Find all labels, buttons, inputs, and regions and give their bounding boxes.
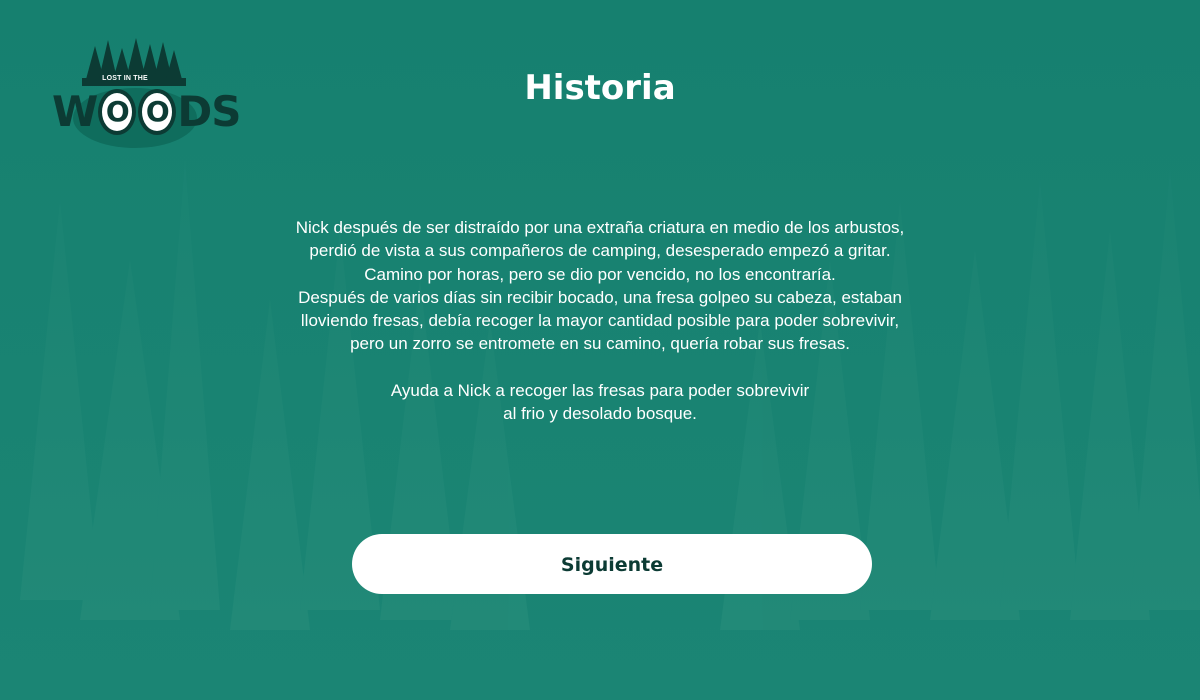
- story-line: pero un zorro se entromete en su camino,…: [350, 334, 850, 354]
- page-title: Historia: [524, 68, 676, 108]
- call-to-action-line: Ayuda a Nick a recoger las fresas para p…: [390, 380, 810, 400]
- story-line: lloviendo fresas, debía recoger la mayor…: [300, 311, 900, 331]
- story-line: Nick después de ser distraído por una ex…: [295, 218, 905, 237]
- story-line: Después de varios días sin recibir bocad…: [298, 287, 902, 307]
- call-to-action-line: al frio y desolado bosque.: [503, 404, 697, 424]
- story-text: Nick después de ser distraído por una ex…: [200, 216, 1000, 425]
- next-button[interactable]: Siguiente: [352, 534, 872, 594]
- story-line: Camino por horas, pero se dio por vencid…: [364, 264, 836, 284]
- story-line: perdió de vista a sus compañeros de camp…: [309, 241, 891, 261]
